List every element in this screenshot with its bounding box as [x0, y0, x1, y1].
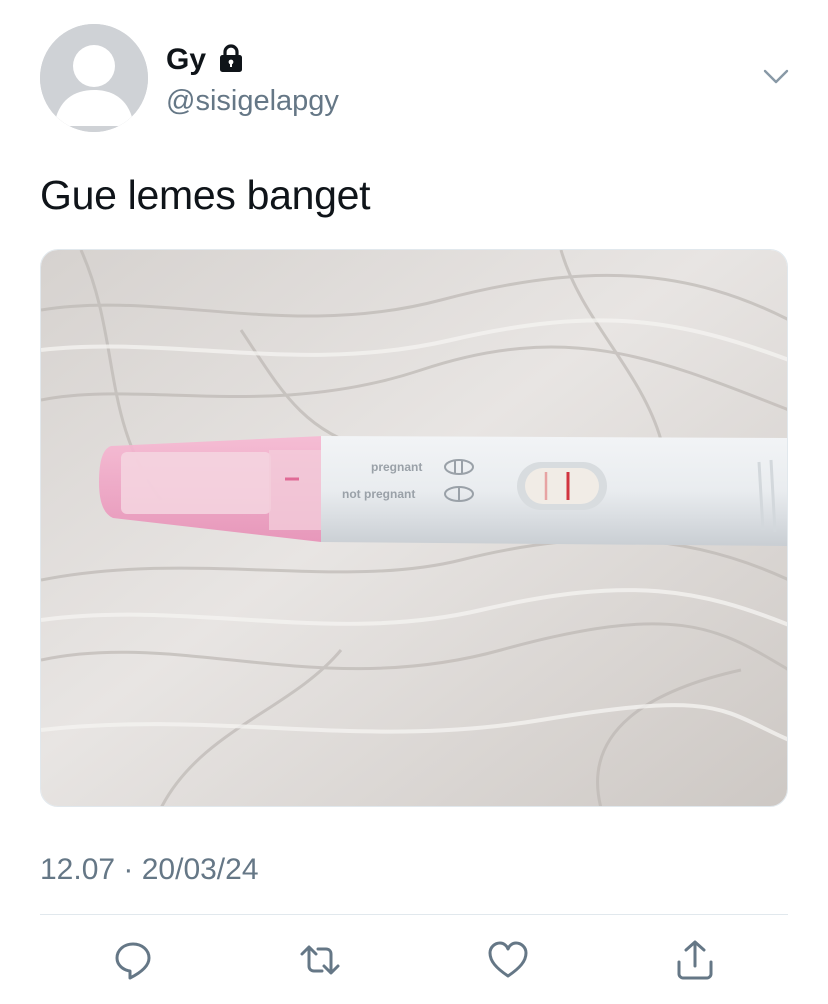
display-name[interactable]: Gy	[166, 42, 206, 78]
tweet-text: Gue lemes banget	[40, 172, 371, 218]
test-label-not-pregnant: not pregnant	[342, 487, 415, 501]
tweet-photo[interactable]: pregnant not pregnant	[40, 249, 788, 807]
reply-icon[interactable]	[111, 938, 155, 982]
test-label-pregnant: pregnant	[371, 460, 422, 474]
pregnancy-test-photo: pregnant not pregnant	[41, 250, 787, 806]
avatar[interactable]	[40, 24, 148, 132]
share-icon[interactable]	[673, 938, 717, 982]
lock-icon	[220, 44, 242, 72]
divider	[40, 914, 788, 915]
tweet: Gy @sisigelapgy Gue lemes banget pregnan…	[0, 0, 828, 1004]
retweet-icon[interactable]	[298, 938, 342, 982]
user-handle[interactable]: @sisigelapgy	[166, 84, 339, 118]
default-profile-icon	[40, 24, 148, 132]
chevron-down-icon[interactable]	[760, 64, 792, 88]
heart-icon[interactable]	[486, 938, 530, 982]
tweet-timestamp[interactable]: 12.07 · 20/03/24	[40, 852, 259, 888]
